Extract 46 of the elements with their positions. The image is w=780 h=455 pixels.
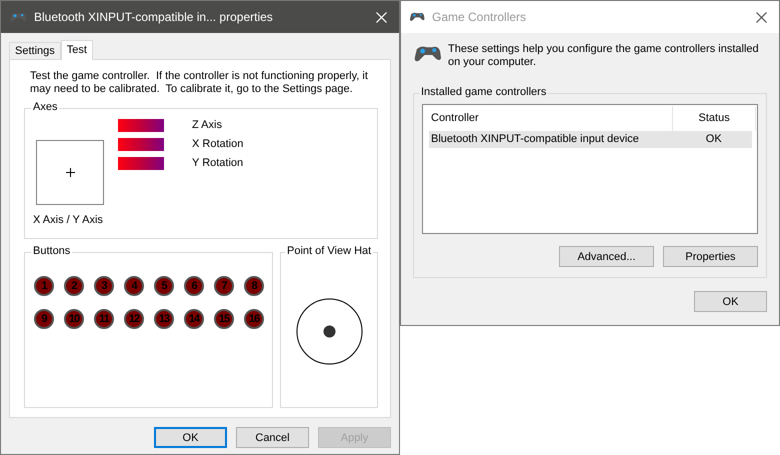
- status-text: OK: [704, 132, 723, 147]
- button-indicator: 8: [244, 276, 264, 296]
- group-title: Installed game controllers: [419, 86, 548, 98]
- button-indicator: 10: [64, 309, 84, 329]
- intro-text: These settings help you configure the game controllers installed on your computer.: [448, 43, 760, 69]
- button-indicator: 12: [124, 309, 144, 329]
- axis-label: X Rotation: [192, 138, 244, 151]
- button-indicator: 5: [154, 276, 174, 296]
- button-indicator: 3: [94, 276, 114, 296]
- list-row[interactable]: Bluetooth XINPUT-compatible input device OK: [429, 131, 752, 148]
- dialog-button[interactable]: Cancel: [236, 427, 309, 448]
- ok-button[interactable]: OK: [694, 291, 767, 312]
- close-icon[interactable]: [756, 12, 767, 22]
- gamepad-icon: [9, 10, 27, 24]
- action-button[interactable]: Advanced...: [559, 246, 654, 267]
- window-title: Bluetooth XINPUT-compatible in... properties: [34, 10, 274, 24]
- button-indicator: 16: [244, 309, 264, 329]
- button-indicator: 15: [214, 309, 234, 329]
- button-indicator: 9: [34, 309, 54, 329]
- controller-name: Bluetooth XINPUT-compatible input device: [430, 132, 640, 147]
- axis-bar: [118, 157, 164, 170]
- axis-label: Y Rotation: [192, 157, 244, 170]
- button-indicator: 14: [184, 309, 204, 329]
- tab[interactable]: Test: [60, 40, 93, 60]
- button-indicator: 6: [184, 276, 204, 296]
- button-indicator: 1: [34, 276, 54, 296]
- button-indicator: 4: [124, 276, 144, 296]
- action-button[interactable]: Properties: [663, 246, 758, 267]
- button-indicator: 13: [154, 309, 174, 329]
- dialog-button[interactable]: OK: [154, 427, 227, 448]
- window-title: Game Controllers: [432, 10, 528, 24]
- button-indicator: 7: [214, 276, 234, 296]
- group-title: Buttons: [31, 245, 72, 257]
- crosshair-icon: [66, 168, 74, 177]
- button-indicator: 2: [64, 276, 84, 296]
- axis-label: Z Axis: [192, 119, 223, 132]
- group-title: Point of View Hat: [285, 245, 374, 257]
- axis-label: X Axis / Y Axis: [33, 214, 103, 226]
- gamepad-icon: [409, 11, 425, 23]
- pov-hat-drawing: [296, 298, 363, 365]
- description-text: Test the game controller. If the controller is not functioning properly, it may need to be calibrated. To calibrate it, go to the Settings page.: [30, 70, 369, 96]
- button-indicator: 11: [94, 309, 114, 329]
- tab[interactable]: Settings: [9, 42, 61, 59]
- group-title: Axes: [31, 101, 60, 113]
- axis-bar: [118, 119, 164, 132]
- axis-bar: [118, 138, 164, 151]
